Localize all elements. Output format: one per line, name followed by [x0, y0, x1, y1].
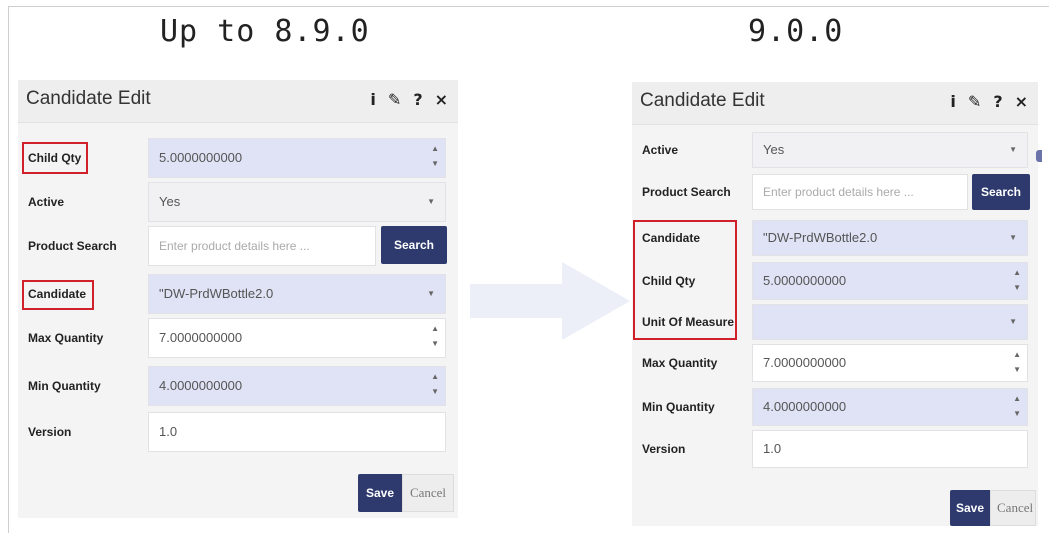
save-button[interactable]: Save	[358, 474, 402, 512]
stepper-down-icon[interactable]: ▼	[431, 159, 439, 168]
row-active: Active Yes ▼	[632, 132, 1038, 168]
child-qty-stepper[interactable]: ▲ ▼	[1013, 268, 1021, 292]
dialog-title: Candidate Edit	[640, 90, 765, 111]
candidate-select[interactable]: "DW-PrdWBottle2.0 ▼	[148, 274, 446, 314]
child-qty-value: 5.0000000000	[763, 273, 847, 288]
active-label: Active	[28, 195, 65, 209]
info-icon[interactable]: i	[370, 90, 375, 110]
chevron-down-icon: ▼	[1009, 317, 1017, 326]
dialog-header: Candidate Edit i ✎ ? ×	[18, 80, 458, 123]
active-value: Yes	[763, 142, 785, 157]
min-quantity-stepper[interactable]: ▲ ▼	[431, 372, 439, 396]
product-search-label: Product Search	[28, 239, 117, 253]
help-icon[interactable]: ?	[993, 92, 1002, 112]
active-value: Yes	[159, 194, 181, 209]
stepper-down-icon[interactable]: ▼	[431, 387, 439, 396]
stepper-up-icon[interactable]: ▲	[1013, 394, 1021, 403]
header-icons: i ✎ ? ×	[950, 92, 1028, 112]
product-search-input[interactable]: Enter product details here ...	[148, 226, 376, 266]
stepper-down-icon[interactable]: ▼	[1013, 283, 1021, 292]
min-quantity-label: Min Quantity	[642, 400, 715, 414]
child-qty-field[interactable]: 5.0000000000 ▲ ▼	[148, 138, 446, 178]
chevron-down-icon: ▼	[427, 289, 435, 298]
max-quantity-label: Max Quantity	[642, 356, 718, 370]
header-icons: i ✎ ? ×	[370, 90, 448, 110]
max-quantity-label: Max Quantity	[28, 331, 104, 345]
row-product-search: Product Search Enter product details her…	[18, 226, 458, 266]
min-quantity-value: 4.0000000000	[159, 378, 243, 393]
row-product-search: Product Search Enter product details her…	[632, 174, 1038, 210]
chevron-down-icon: ▼	[1009, 145, 1017, 154]
unit-of-measure-select[interactable]: ▼	[752, 304, 1028, 340]
search-button[interactable]: Search	[972, 174, 1030, 210]
info-icon[interactable]: i	[950, 92, 955, 112]
arrow-shaft	[470, 284, 562, 318]
dialog-title: Candidate Edit	[26, 88, 151, 109]
highlight-child-qty-old	[22, 142, 88, 174]
min-quantity-field[interactable]: 4.0000000000 ▲ ▼	[752, 388, 1028, 426]
search-button[interactable]: Search	[381, 226, 447, 264]
help-icon[interactable]: ?	[413, 90, 422, 110]
stepper-up-icon[interactable]: ▲	[431, 324, 439, 333]
edit-pencil-icon[interactable]: ✎	[388, 90, 401, 110]
chevron-down-icon: ▼	[427, 197, 435, 206]
version-field[interactable]: 1.0	[148, 412, 446, 452]
transition-arrow-icon	[470, 262, 630, 340]
active-select[interactable]: Yes ▼	[752, 132, 1028, 168]
version-label: Version	[28, 425, 72, 439]
max-quantity-stepper[interactable]: ▲ ▼	[431, 324, 439, 348]
row-max-quantity: Max Quantity 7.0000000000 ▲ ▼	[632, 344, 1038, 382]
stepper-down-icon[interactable]: ▼	[431, 339, 439, 348]
product-search-label: Product Search	[642, 185, 731, 199]
stepper-up-icon[interactable]: ▲	[431, 372, 439, 381]
product-search-input[interactable]: Enter product details here ...	[752, 174, 968, 210]
arrow-head	[562, 262, 630, 340]
candidate-value: "DW-PrdWBottle2.0	[159, 286, 274, 301]
min-quantity-label: Min Quantity	[28, 379, 101, 393]
edit-pencil-icon[interactable]: ✎	[968, 92, 981, 112]
max-quantity-value: 7.0000000000	[763, 355, 847, 370]
child-qty-stepper[interactable]: ▲ ▼	[431, 144, 439, 168]
candidate-select[interactable]: "DW-PrdWBottle2.0 ▼	[752, 220, 1028, 256]
heading-old-version: Up to 8.9.0	[160, 14, 370, 49]
dialog-header: Candidate Edit i ✎ ? ×	[632, 82, 1038, 125]
stepper-down-icon[interactable]: ▼	[1013, 365, 1021, 374]
max-quantity-stepper[interactable]: ▲ ▼	[1013, 350, 1021, 374]
row-version: Version 1.0	[632, 430, 1038, 468]
stepper-up-icon[interactable]: ▲	[431, 144, 439, 153]
child-qty-field[interactable]: 5.0000000000 ▲ ▼	[752, 262, 1028, 300]
stepper-up-icon[interactable]: ▲	[1013, 350, 1021, 359]
cancel-button[interactable]: Cancel	[990, 490, 1036, 526]
chevron-down-icon: ▼	[1009, 233, 1017, 242]
active-select[interactable]: Yes ▼	[148, 182, 446, 222]
stepper-down-icon[interactable]: ▼	[1013, 409, 1021, 418]
row-min-quantity: Min Quantity 4.0000000000 ▲ ▼	[632, 388, 1038, 426]
max-quantity-value: 7.0000000000	[159, 330, 243, 345]
child-qty-value: 5.0000000000	[159, 150, 243, 165]
heading-new-version: 9.0.0	[748, 14, 844, 49]
max-quantity-field[interactable]: 7.0000000000 ▲ ▼	[752, 344, 1028, 382]
close-icon[interactable]: ×	[1015, 92, 1028, 112]
min-quantity-stepper[interactable]: ▲ ▼	[1013, 394, 1021, 418]
version-label: Version	[642, 442, 686, 456]
candidate-value: "DW-PrdWBottle2.0	[763, 230, 878, 245]
min-quantity-field[interactable]: 4.0000000000 ▲ ▼	[148, 366, 446, 406]
close-icon[interactable]: ×	[435, 90, 448, 110]
scroll-edge-indicator	[1036, 150, 1042, 162]
save-button[interactable]: Save	[950, 490, 990, 526]
stepper-up-icon[interactable]: ▲	[1013, 268, 1021, 277]
row-version: Version 1.0	[18, 412, 458, 452]
row-max-quantity: Max Quantity 7.0000000000 ▲ ▼	[18, 318, 458, 358]
row-min-quantity: Min Quantity 4.0000000000 ▲ ▼	[18, 366, 458, 406]
highlight-reordered-fields-new	[633, 220, 737, 340]
version-field[interactable]: 1.0	[752, 430, 1028, 468]
active-label: Active	[642, 143, 679, 157]
highlight-candidate-old	[22, 280, 94, 310]
row-active: Active Yes ▼	[18, 182, 458, 222]
min-quantity-value: 4.0000000000	[763, 399, 847, 414]
cancel-button[interactable]: Cancel	[402, 474, 454, 512]
max-quantity-field[interactable]: 7.0000000000 ▲ ▼	[148, 318, 446, 358]
